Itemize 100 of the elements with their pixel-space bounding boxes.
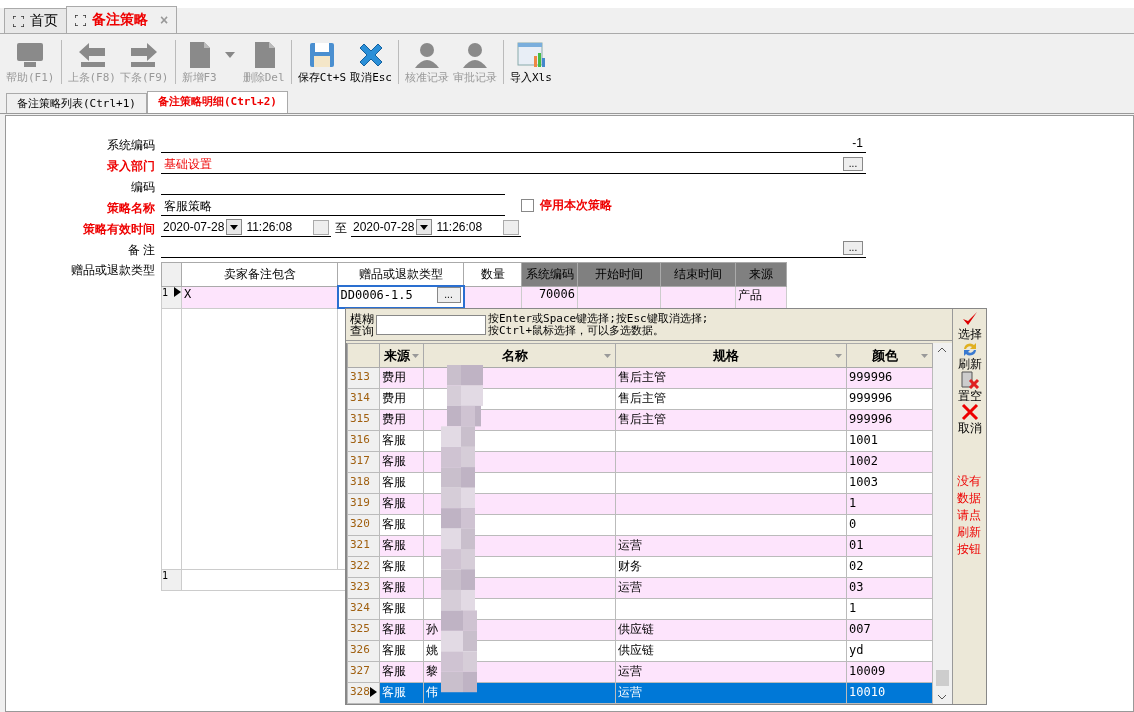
filter-arrow-icon[interactable] bbox=[412, 353, 419, 358]
row-number: 326 bbox=[350, 642, 370, 658]
table-cell: 伟 bbox=[426, 685, 438, 699]
column-header[interactable]: 系统编码 bbox=[521, 262, 578, 286]
document-delete-icon bbox=[959, 371, 980, 389]
scrollbar[interactable] bbox=[933, 343, 952, 704]
table-cell: 费用 bbox=[382, 412, 406, 426]
column-header[interactable]: 来源 bbox=[735, 262, 787, 286]
checkbox[interactable] bbox=[521, 199, 534, 212]
table-cell: 孙 bbox=[426, 622, 438, 636]
column-header[interactable]: 来源 bbox=[379, 343, 424, 368]
row-number: 315 bbox=[350, 411, 370, 427]
text-field[interactable]: 客服策略 bbox=[161, 197, 505, 216]
column-header[interactable]: 数量 bbox=[463, 262, 522, 286]
row-number: 318 bbox=[350, 474, 370, 490]
column-header[interactable]: 赠品或退款类型 bbox=[337, 262, 464, 286]
column-header[interactable]: 结束时间 bbox=[660, 262, 736, 286]
ellipsis-button[interactable]: ... bbox=[436, 287, 461, 303]
row-number: 313 bbox=[350, 369, 370, 385]
window-frame-icon bbox=[75, 14, 86, 26]
record-count: 1 bbox=[162, 570, 169, 581]
grid-row[interactable]: 323 客服 运营 03 bbox=[347, 577, 933, 599]
row-number: 320 bbox=[350, 516, 370, 532]
table-cell: 运营 bbox=[618, 685, 642, 699]
row-number: 321 bbox=[350, 537, 370, 553]
side-action-button[interactable]: 置空 bbox=[957, 371, 982, 403]
grid-row[interactable]: 317 客服 1002 bbox=[347, 451, 933, 473]
toolbar-button[interactable]: 取消Esc bbox=[348, 39, 394, 85]
table-cell: 黎 bbox=[426, 664, 438, 678]
scroll-up-icon[interactable] bbox=[937, 347, 947, 353]
toolbar-button[interactable]: 导入Xls bbox=[508, 39, 554, 85]
table-cell: 运营 bbox=[618, 664, 642, 678]
tab[interactable]: 备注策略明细(Ctrl+2) bbox=[147, 91, 288, 113]
table-cell: 售后主管 bbox=[618, 370, 666, 384]
date-value: 2020-07-28 bbox=[353, 220, 415, 234]
column-header[interactable]: 规格 bbox=[615, 343, 847, 368]
system-code-field[interactable]: -1 bbox=[161, 134, 866, 153]
row-number: 324 bbox=[350, 600, 370, 616]
table-cell: 0 bbox=[849, 517, 857, 531]
spin-button[interactable] bbox=[313, 219, 329, 235]
table-cell: 客服 bbox=[382, 559, 406, 573]
filter-arrow-icon[interactable] bbox=[604, 353, 611, 358]
time-value: 11:26:08 bbox=[436, 220, 483, 234]
table-cell: 费用 bbox=[382, 370, 406, 384]
search-field[interactable] bbox=[376, 314, 486, 335]
checkbox-label: 停用本次策略 bbox=[540, 197, 612, 214]
field-value: 客服策略 bbox=[164, 197, 212, 215]
grid-row[interactable]: 328 客服 伟 运营 10010 bbox=[347, 682, 933, 704]
column-header[interactable]: 颜色 bbox=[846, 343, 933, 368]
column-header[interactable]: 卖家备注包含 bbox=[181, 262, 338, 286]
tab[interactable]: 备注策略列表(Ctrl+1) bbox=[6, 93, 147, 113]
scroll-thumb[interactable] bbox=[936, 670, 949, 686]
field-label: 备 注 bbox=[126, 242, 156, 258]
table-cell: 运营 bbox=[618, 538, 642, 552]
dropdown-caret-icon[interactable] bbox=[224, 52, 235, 58]
table-cell: 产品 bbox=[738, 287, 762, 302]
table-cell: 供应链 bbox=[618, 643, 654, 657]
side-action-button[interactable]: 刷新 bbox=[957, 341, 982, 371]
tab[interactable]: 备注策略 × bbox=[66, 6, 178, 33]
lookup-field[interactable]: 基础设置 ... bbox=[161, 155, 866, 174]
column-header[interactable]: 开始时间 bbox=[577, 262, 661, 286]
filter-arrow-icon[interactable] bbox=[835, 353, 842, 358]
grid-row[interactable]: 325 客服 孙 供应链 007 bbox=[347, 619, 933, 641]
search-label: 模糊查询 bbox=[350, 312, 374, 337]
side-action-button[interactable]: 选择 bbox=[957, 311, 982, 341]
table-cell: 运营 bbox=[618, 580, 642, 594]
column-header[interactable]: 名称 bbox=[423, 343, 616, 368]
datetime-field[interactable]: 2020-07-28 11:26:08 bbox=[351, 218, 521, 237]
table-cell: X bbox=[184, 286, 192, 301]
table-cell: 客服 bbox=[382, 496, 406, 510]
table-cell: 03 bbox=[849, 580, 864, 594]
ellipsis-button[interactable]: ... bbox=[843, 157, 863, 171]
grid-row[interactable]: 315 费用 售后主管 999996 bbox=[347, 409, 933, 431]
side-action-button[interactable]: 取消 bbox=[957, 403, 982, 435]
grid-row[interactable]: 321 客服 运营 01 bbox=[347, 535, 933, 557]
table-cell: 客服 bbox=[382, 538, 406, 552]
row-number: 323 bbox=[350, 579, 370, 595]
dropdown-button[interactable] bbox=[416, 219, 433, 235]
time-value: 11:26:08 bbox=[246, 220, 293, 234]
table-cell: yd bbox=[849, 643, 864, 657]
filter-arrow-icon[interactable] bbox=[921, 353, 928, 358]
grid-row[interactable]: 319 客服 1 bbox=[347, 493, 933, 515]
tab[interactable]: 首页 bbox=[4, 8, 67, 33]
table-cell: 客服 bbox=[382, 517, 406, 531]
grid-row[interactable]: 313 费用 售后主管 999996 bbox=[347, 367, 933, 389]
table-cell: 007 bbox=[849, 622, 871, 636]
lookup-field[interactable]: ... bbox=[161, 239, 866, 258]
scroll-down-icon[interactable] bbox=[937, 694, 947, 700]
spin-button[interactable] bbox=[503, 219, 519, 235]
toolbar-button[interactable]: 保存Ct+S bbox=[295, 39, 349, 85]
dropdown-button[interactable] bbox=[226, 219, 243, 235]
datetime-field[interactable]: 2020-07-28 11:26:08 bbox=[161, 218, 331, 237]
row-number: 1 bbox=[162, 286, 169, 298]
range-separator: 至 bbox=[335, 220, 347, 237]
table-cell: 02 bbox=[849, 559, 864, 573]
table-cell: 999996 bbox=[849, 391, 893, 405]
date-value: 2020-07-28 bbox=[163, 220, 225, 234]
grid-row[interactable]: 327 客服 黎 运营 10009 bbox=[347, 661, 933, 683]
ellipsis-button[interactable]: ... bbox=[843, 241, 863, 255]
field-label: 系统编码 bbox=[106, 137, 156, 153]
